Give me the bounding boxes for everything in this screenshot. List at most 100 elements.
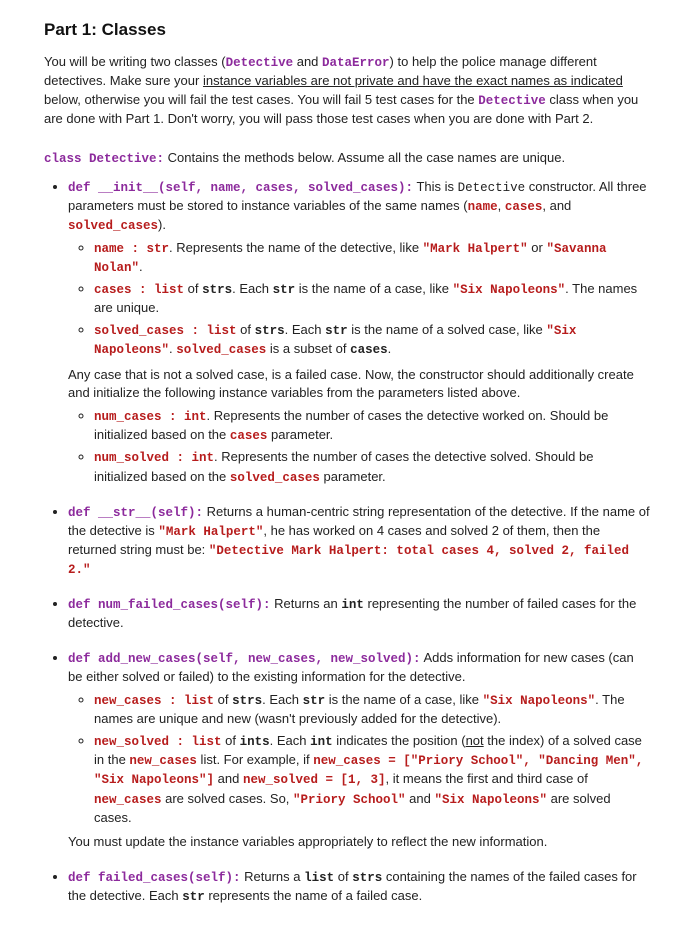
param-new-cases: new_cases : list of strs. Each str is th… xyxy=(94,691,650,729)
code-classname: Detective xyxy=(226,56,294,70)
text: , xyxy=(498,198,505,213)
text: . Each xyxy=(262,692,302,707)
text: This is xyxy=(413,179,458,194)
text: of xyxy=(214,692,232,707)
text: and xyxy=(406,791,435,806)
code-type: int xyxy=(310,735,333,749)
method-init: def __init__(self, name, cases, solved_c… xyxy=(68,178,650,487)
text: represents the name of a failed case. xyxy=(205,888,423,903)
param-list: name : str. Represents the name of the d… xyxy=(68,239,650,359)
code-class-decl: class Detective: xyxy=(44,152,164,166)
text: parameter. xyxy=(267,427,333,442)
code-type: ints xyxy=(240,735,270,749)
method-failed-cases: def failed_cases(self): Returns a list o… xyxy=(68,868,650,906)
param-new-solved: new_solved : list of ints. Each int indi… xyxy=(94,732,650,827)
code-type: str xyxy=(303,694,326,708)
text: and xyxy=(550,198,572,213)
code-type: strs xyxy=(255,324,285,338)
underline-not: not xyxy=(466,733,484,748)
code-method-sig: def __str__(self): xyxy=(68,506,203,520)
text: of xyxy=(237,322,255,337)
code-str: "Six Napoleons" xyxy=(434,793,547,807)
code-param: solved_cases xyxy=(230,471,320,485)
param-cases: cases : list of strs. Each str is the na… xyxy=(94,280,650,318)
code-var: name : str xyxy=(94,242,169,256)
method-num-failed-cases: def num_failed_cases(self): Returns an i… xyxy=(68,595,650,633)
code-param: cases xyxy=(505,200,543,214)
add-param-list: new_cases : list of strs. Each str is th… xyxy=(68,691,650,827)
intro-paragraph: You will be writing two classes (Detecti… xyxy=(44,53,650,129)
code-var: num_solved : int xyxy=(94,451,214,465)
code-param: new_cases xyxy=(94,793,162,807)
text: , it means the first and third case of xyxy=(385,771,587,786)
code-str: "Mark Halpert" xyxy=(158,525,263,539)
code-classname: Detective xyxy=(478,94,546,108)
method-list: def __init__(self, name, cases, solved_c… xyxy=(44,178,650,907)
code-var: new_solved : list xyxy=(94,735,222,749)
text: , xyxy=(542,198,549,213)
code-method-sig: def failed_cases(self): xyxy=(68,871,241,885)
text: . xyxy=(139,259,143,274)
text: is the name of a case, like xyxy=(295,281,453,296)
text: is the name of a solved case, like xyxy=(348,322,547,337)
code-type: str xyxy=(273,283,296,297)
text: . Each xyxy=(285,322,325,337)
code-type: str xyxy=(325,324,348,338)
code-type: strs xyxy=(232,694,262,708)
text: indicates the position ( xyxy=(333,733,466,748)
text: You will be writing two classes ( xyxy=(44,54,226,69)
method-add-new-cases: def add_new_cases(self, new_cases, new_s… xyxy=(68,649,650,852)
text: and xyxy=(214,771,243,786)
code-param: cases xyxy=(230,429,268,443)
class-signature-line: class Detective: Contains the methods be… xyxy=(44,149,650,168)
text: . xyxy=(388,341,392,356)
text: Contains the methods below. Assume all t… xyxy=(164,150,565,165)
param-solved-cases: solved_cases : list of strs. Each str is… xyxy=(94,321,650,359)
code-type: list xyxy=(304,871,334,885)
code-var: cases : list xyxy=(94,283,184,297)
text: Returns a xyxy=(241,869,305,884)
var-num-solved: num_solved : int. Represents the number … xyxy=(94,448,650,486)
document-page: Part 1: Classes You will be writing two … xyxy=(0,0,680,945)
code-type: strs xyxy=(352,871,382,885)
code-var: num_cases : int xyxy=(94,410,207,424)
method-str: def __str__(self): Returns a human-centr… xyxy=(68,503,650,580)
code-method-sig: def __init__(self, name, cases, solved_c… xyxy=(68,181,413,195)
code-type: int xyxy=(341,598,364,612)
code-method-sig: def num_failed_cases(self): xyxy=(68,598,271,612)
text: parameter. xyxy=(320,469,386,484)
code-str: "Mark Halpert" xyxy=(423,242,528,256)
text: . Each xyxy=(270,733,310,748)
code-param: solved_cases xyxy=(68,219,158,233)
text: Returns an xyxy=(271,596,342,611)
code-var: solved_cases : list xyxy=(94,324,237,338)
text: ). xyxy=(158,217,166,232)
code-var: solved_cases xyxy=(176,343,266,357)
text: or xyxy=(528,240,547,255)
page-title: Part 1: Classes xyxy=(44,18,650,43)
code-str: "Six Napoleons" xyxy=(483,694,596,708)
param-name: name : str. Represents the name of the d… xyxy=(94,239,650,277)
text: . Each xyxy=(232,281,272,296)
add-tail-note: You must update the instance variables a… xyxy=(68,833,650,852)
text: of xyxy=(334,869,352,884)
text: are solved cases. So, xyxy=(162,791,294,806)
code-param: new_cases xyxy=(129,754,197,768)
derived-var-list: num_cases : int. Represents the number o… xyxy=(68,407,650,487)
code-classname: DataError xyxy=(322,56,390,70)
underlined-text: instance variables are not private and h… xyxy=(203,73,623,88)
code-type: str xyxy=(182,890,205,904)
text: below, otherwise you will fail the test … xyxy=(44,92,478,107)
code-inline: Detective xyxy=(458,181,526,195)
code-str: "Six Napoleons" xyxy=(453,283,566,297)
init-note: Any case that is not a solved case, is a… xyxy=(68,366,650,404)
code-method-sig: def add_new_cases(self, new_cases, new_s… xyxy=(68,652,421,666)
code-type: strs xyxy=(202,283,232,297)
text: of xyxy=(184,281,202,296)
var-num-cases: num_cases : int. Represents the number o… xyxy=(94,407,650,445)
code-var: new_cases : list xyxy=(94,694,214,708)
text: and xyxy=(293,54,322,69)
text: of xyxy=(222,733,240,748)
text: . Represents the name of the detective, … xyxy=(169,240,423,255)
text: is the name of a case, like xyxy=(325,692,483,707)
